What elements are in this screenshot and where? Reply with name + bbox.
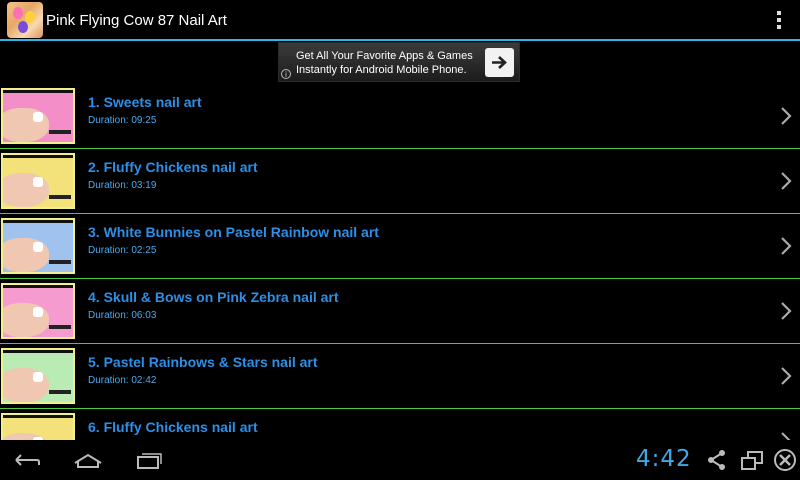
video-thumbnail bbox=[1, 88, 75, 144]
video-duration: Duration: 02:42 bbox=[88, 375, 157, 386]
video-duration: Duration: 03:19 bbox=[88, 180, 157, 191]
recent-apps-icon[interactable] bbox=[134, 448, 164, 472]
share-icon[interactable] bbox=[706, 448, 728, 472]
video-thumbnail bbox=[1, 413, 75, 440]
ad-info-icon[interactable]: i bbox=[281, 69, 291, 79]
video-duration: Duration: 02:25 bbox=[88, 245, 157, 256]
app-title: Pink Flying Cow 87 Nail Art bbox=[46, 12, 227, 29]
app-icon[interactable] bbox=[7, 2, 43, 38]
chevron-right-icon[interactable] bbox=[779, 431, 793, 440]
video-duration: Duration: 06:03 bbox=[88, 310, 157, 321]
video-title: 1. Sweets nail art bbox=[88, 94, 202, 110]
video-thumbnail bbox=[1, 218, 75, 274]
ad-banner[interactable]: Get All Your Favorite Apps & Games Insta… bbox=[278, 42, 520, 82]
list-item[interactable]: 5. Pastel Rainbows & Stars nail art Durat… bbox=[0, 344, 800, 409]
video-thumbnail bbox=[1, 283, 75, 339]
list-item[interactable]: 2. Fluffy Chickens nail art Duration: 03:… bbox=[0, 149, 800, 214]
chevron-right-icon[interactable] bbox=[779, 171, 793, 191]
list-item[interactable]: 1. Sweets nail art Duration: 09:25 bbox=[0, 84, 800, 149]
video-thumbnail bbox=[1, 153, 75, 209]
video-title: 6. Fluffy Chickens nail art bbox=[88, 419, 258, 435]
video-list[interactable]: 1. Sweets nail art Duration: 09:25 2. Fluf… bbox=[0, 84, 800, 440]
list-item[interactable]: 6. Fluffy Chickens nail art bbox=[0, 409, 800, 440]
status-clock: 4:42 bbox=[636, 446, 692, 472]
ad-text-line-1: Get All Your Favorite Apps & Games bbox=[296, 50, 473, 62]
video-title: 4. Skull & Bows on Pink Zebra nail art bbox=[88, 289, 339, 305]
list-item[interactable]: 3. White Bunnies on Pastel Rainbow nail … bbox=[0, 214, 800, 279]
close-circle-icon[interactable] bbox=[772, 448, 798, 472]
arrow-right-icon bbox=[492, 56, 507, 69]
overflow-menu-icon[interactable] bbox=[776, 11, 782, 31]
chevron-right-icon[interactable] bbox=[779, 236, 793, 256]
video-duration: Duration: 09:25 bbox=[88, 115, 157, 126]
list-item[interactable]: 4. Skull & Bows on Pink Zebra nail art Du… bbox=[0, 279, 800, 344]
video-title: 2. Fluffy Chickens nail art bbox=[88, 159, 258, 175]
chevron-right-icon[interactable] bbox=[779, 301, 793, 321]
ad-arrow-button[interactable] bbox=[485, 48, 514, 77]
chevron-right-icon[interactable] bbox=[779, 366, 793, 386]
video-title: 5. Pastel Rainbows & Stars nail art bbox=[88, 354, 318, 370]
window-icon[interactable] bbox=[739, 448, 765, 472]
back-icon[interactable] bbox=[12, 448, 42, 472]
home-icon[interactable] bbox=[72, 448, 104, 472]
video-thumbnail bbox=[1, 348, 75, 404]
action-bar: Pink Flying Cow 87 Nail Art bbox=[0, 0, 800, 41]
chevron-right-icon[interactable] bbox=[779, 106, 793, 126]
video-title: 3. White Bunnies on Pastel Rainbow nail … bbox=[88, 224, 379, 240]
ad-text-line-2: Instantly for Android Mobile Phone. bbox=[296, 64, 467, 76]
